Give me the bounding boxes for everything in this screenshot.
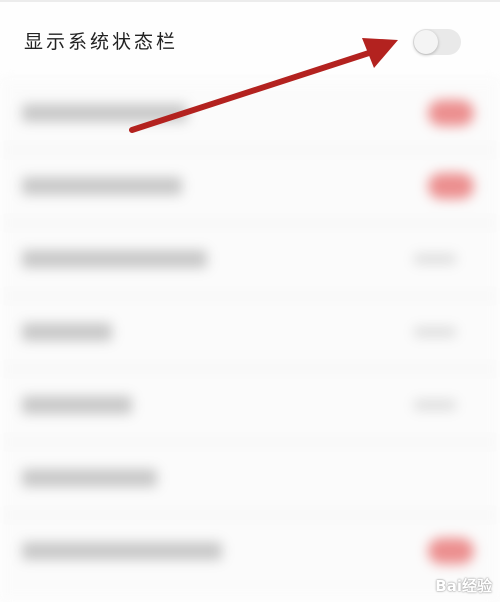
blurred-setting-row [0, 516, 500, 589]
blurred-setting-row [0, 443, 500, 516]
blurred-value [414, 254, 456, 264]
blurred-setting-row [0, 78, 500, 151]
blurred-label [22, 396, 132, 414]
blurred-setting-row [0, 151, 500, 224]
blurred-value [414, 400, 456, 410]
blurred-value [414, 327, 456, 337]
status-bar-toggle[interactable] [413, 29, 461, 55]
status-bar-setting-row[interactable]: 显示系统状态栏 [0, 0, 500, 78]
blurred-setting-row [0, 224, 500, 297]
blurred-label [22, 177, 182, 195]
baidu-jingyan-watermark: Bai经验 [435, 577, 492, 595]
blurred-label [22, 469, 157, 487]
blurred-label [22, 104, 187, 122]
blurred-setting-row [0, 370, 500, 443]
blurred-toggle [428, 538, 474, 564]
blurred-toggle [428, 173, 474, 199]
blurred-label [22, 542, 222, 560]
setting-title: 显示系统状态栏 [24, 31, 179, 53]
toggle-knob [414, 30, 438, 54]
blurred-settings-list [0, 78, 500, 602]
blurred-toggle [428, 100, 474, 126]
settings-screen: 显示系统状态栏 Bai经验 [0, 0, 500, 602]
blurred-label [22, 250, 207, 268]
blurred-label [22, 323, 112, 341]
blurred-setting-row [0, 297, 500, 370]
